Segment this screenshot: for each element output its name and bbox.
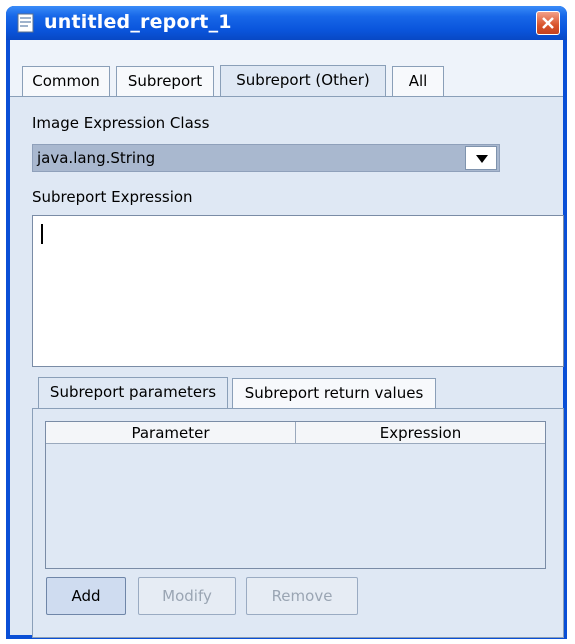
tab-subreport[interactable]: Subreport [116,66,214,96]
image-expression-class-label: Image Expression Class [32,114,210,132]
tab-subreport-return-values[interactable]: Subreport return values [232,378,436,409]
tab-subreport-parameters[interactable]: Subreport parameters [38,377,228,409]
column-header-expression[interactable]: Expression [296,422,545,444]
subreport-expression-label: Subreport Expression [32,188,193,206]
close-button[interactable] [536,11,560,35]
tab-subreport-other[interactable]: Subreport (Other) [220,65,386,96]
dialog-window: untitled_report_1 Common Subreport Subre… [6,6,567,639]
dialog-content: Common Subreport Subreport (Other) All I… [10,40,564,638]
parameters-table[interactable]: Parameter Expression [45,421,546,569]
add-button[interactable]: Add [46,577,126,615]
tab-common[interactable]: Common [22,66,110,96]
column-header-parameter[interactable]: Parameter [46,422,296,444]
tab-all[interactable]: All [392,66,444,96]
text-caret [41,224,43,244]
window-title: untitled_report_1 [44,11,232,33]
document-icon [17,13,34,33]
chevron-down-icon [476,155,488,163]
subreport-expression-input[interactable] [32,215,564,367]
remove-button[interactable]: Remove [246,577,358,615]
close-icon [542,17,554,29]
modify-button[interactable]: Modify [138,577,236,615]
dropdown-button[interactable] [465,146,497,170]
image-expression-class-select[interactable]: java.lang.String [32,144,500,172]
title-bar[interactable]: untitled_report_1 [6,6,567,40]
